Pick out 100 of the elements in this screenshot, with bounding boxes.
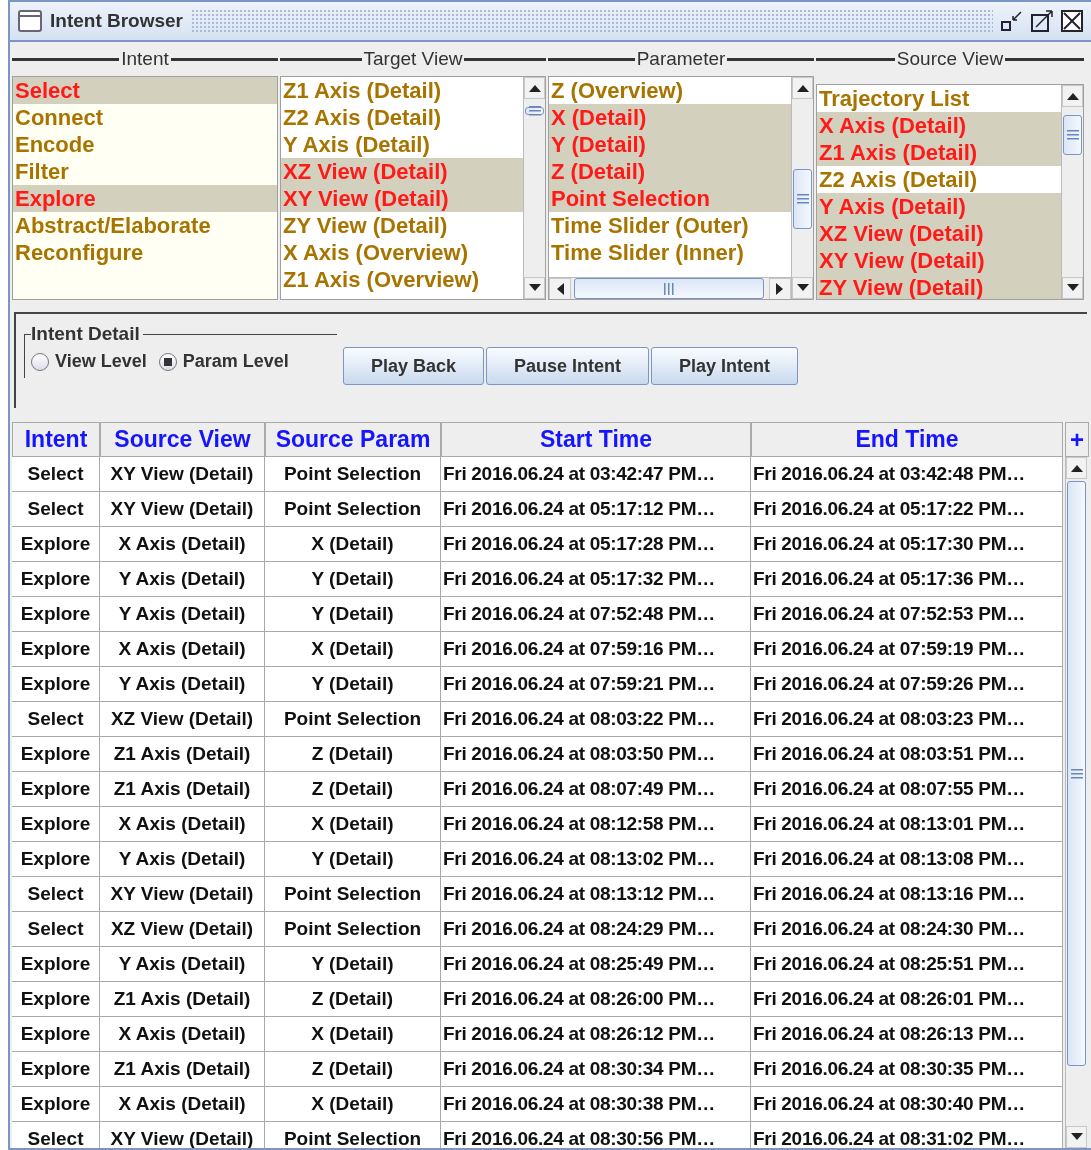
table-cell: Fri 2016.06.24 at 05:17:28 PM…: [441, 527, 751, 562]
table-cell: Explore: [12, 562, 100, 597]
scrollbar[interactable]: [1065, 457, 1087, 1148]
table-cell: X Axis (Detail): [100, 807, 265, 842]
list-item[interactable]: Time Slider (Inner): [549, 239, 791, 266]
table-cell: Y (Detail): [265, 947, 441, 982]
scroll-up-icon[interactable]: [528, 84, 541, 92]
list-item[interactable]: Y (Detail): [549, 131, 791, 158]
table-cell: Fri 2016.06.24 at 07:59:21 PM…: [441, 667, 751, 702]
action-button[interactable]: Pause Intent: [486, 347, 650, 385]
column-header[interactable]: Start Time: [441, 422, 751, 457]
table-cell: Select: [12, 912, 100, 947]
table-cell: XY View (Detail): [100, 877, 265, 912]
list-item[interactable]: Z (Overview): [549, 77, 791, 104]
list-item[interactable]: Y Axis (Detail): [281, 131, 523, 158]
table-cell: Explore: [12, 947, 100, 982]
table-cell: Fri 2016.06.24 at 08:25:49 PM…: [441, 947, 751, 982]
column-header[interactable]: Source View: [100, 422, 265, 457]
scroll-up-icon[interactable]: [1066, 92, 1079, 100]
grip-icon: [528, 106, 541, 116]
horizontal-scrollbar[interactable]: [549, 277, 791, 299]
scroll-up-icon[interactable]: [796, 84, 809, 92]
radio-option[interactable]: View Level: [31, 351, 147, 372]
scroll-down-icon[interactable]: [1070, 1133, 1083, 1141]
list-item[interactable]: Point Selection: [549, 185, 791, 212]
table-cell: Fri 2016.06.24 at 08:30:34 PM…: [441, 1052, 751, 1087]
list-item[interactable]: Explore: [13, 185, 277, 212]
table-cell: Fri 2016.06.24 at 08:03:50 PM…: [441, 737, 751, 772]
table-cell: Z (Detail): [265, 772, 441, 807]
radio-option[interactable]: Param Level: [158, 351, 289, 372]
scroll-down-icon[interactable]: [796, 284, 809, 292]
table-cell: Select: [12, 877, 100, 912]
table-cell: XZ View (Detail): [100, 702, 265, 737]
scroll-down-icon[interactable]: [1066, 284, 1079, 292]
table-cell: Fri 2016.06.24 at 07:59:16 PM…: [441, 632, 751, 667]
column-header[interactable]: Source Param: [265, 422, 441, 457]
radio-button[interactable]: [158, 352, 177, 371]
column-header[interactable]: End Time: [751, 422, 1063, 457]
table-cell: XY View (Detail): [100, 492, 265, 527]
scroll-right-icon[interactable]: [776, 283, 784, 295]
table-cell: Fri 2016.06.24 at 08:03:23 PM…: [751, 702, 1063, 737]
table-cell: Y Axis (Detail): [100, 597, 265, 632]
list-item[interactable]: Z (Detail): [549, 158, 791, 185]
table-cell: Select: [12, 702, 100, 737]
table-cell: Select: [12, 492, 100, 527]
table-cell: Explore: [12, 982, 100, 1017]
table-cell: Y Axis (Detail): [100, 842, 265, 877]
table-cell: Z (Detail): [265, 982, 441, 1017]
table-cell: Fri 2016.06.24 at 08:30:35 PM…: [751, 1052, 1063, 1087]
add-column-button[interactable]: +: [1065, 422, 1089, 457]
list-item[interactable]: Y Axis (Detail): [817, 193, 1061, 220]
list-item[interactable]: Time Slider (Outer): [549, 212, 791, 239]
list-item[interactable]: XZ View (Detail): [817, 220, 1061, 247]
table-cell: Fri 2016.06.24 at 08:26:12 PM…: [441, 1017, 751, 1052]
column-header[interactable]: Intent: [12, 422, 100, 457]
list-item[interactable]: Connect: [13, 104, 277, 131]
list-item[interactable]: XY View (Detail): [817, 247, 1061, 274]
scrollbar[interactable]: [791, 77, 813, 299]
list-item[interactable]: X Axis (Overview): [281, 239, 523, 266]
list-item[interactable]: Abstract/Elaborate: [13, 212, 277, 239]
action-button[interactable]: Play Back: [343, 347, 485, 385]
table-cell: Explore: [12, 527, 100, 562]
list-item[interactable]: Select: [13, 77, 277, 104]
table-cell: Z (Detail): [265, 737, 441, 772]
list-item[interactable]: Filter: [13, 158, 277, 185]
list-item[interactable]: XY View (Detail): [281, 185, 523, 212]
list-item[interactable]: Reconfigure: [13, 239, 277, 266]
list-item[interactable]: ZY View (Detail): [817, 274, 1061, 299]
scroll-down-icon[interactable]: [528, 284, 541, 292]
list-item[interactable]: ZY View (Detail): [281, 212, 523, 239]
close-icon[interactable]: [1061, 10, 1083, 32]
table-cell: X Axis (Detail): [100, 527, 265, 562]
list-item[interactable]: Encode: [13, 131, 277, 158]
scroll-left-icon[interactable]: [556, 283, 564, 295]
scrollbar[interactable]: [1061, 85, 1083, 299]
section-heading: Source View: [895, 48, 1005, 70]
list-item[interactable]: Z2 Axis (Detail): [817, 166, 1061, 193]
table-cell: Fri 2016.06.24 at 08:13:08 PM…: [751, 842, 1063, 877]
table-cell: Fri 2016.06.24 at 05:17:12 PM…: [441, 492, 751, 527]
list-item[interactable]: Z1 Axis (Overview): [281, 266, 523, 293]
table-cell: Explore: [12, 667, 100, 702]
table-cell: Fri 2016.06.24 at 08:26:01 PM…: [751, 982, 1063, 1017]
table-cell: Explore: [12, 1087, 100, 1122]
list-item[interactable]: Z2 Axis (Detail): [281, 104, 523, 131]
list-item[interactable]: Trajectory List: [817, 85, 1061, 112]
action-button[interactable]: Play Intent: [651, 347, 799, 385]
list-item[interactable]: Z1 Axis (Detail): [281, 77, 523, 104]
table-cell: Fri 2016.06.24 at 08:03:51 PM…: [751, 737, 1063, 772]
list-item[interactable]: XZ View (Detail): [281, 158, 523, 185]
list-item[interactable]: Z1 Axis (Detail): [817, 139, 1061, 166]
scrollbar[interactable]: [523, 77, 545, 299]
minimize-icon[interactable]: [1001, 11, 1023, 31]
table-cell: X Axis (Detail): [100, 632, 265, 667]
list-item[interactable]: X Axis (Detail): [817, 112, 1061, 139]
scroll-up-icon[interactable]: [1070, 464, 1083, 472]
radio-button[interactable]: [31, 352, 49, 371]
table-cell: Fri 2016.06.24 at 08:07:55 PM…: [751, 772, 1063, 807]
maximize-icon[interactable]: [1031, 10, 1053, 32]
list-item[interactable]: X (Detail): [549, 104, 791, 131]
table-cell: Point Selection: [265, 702, 441, 737]
